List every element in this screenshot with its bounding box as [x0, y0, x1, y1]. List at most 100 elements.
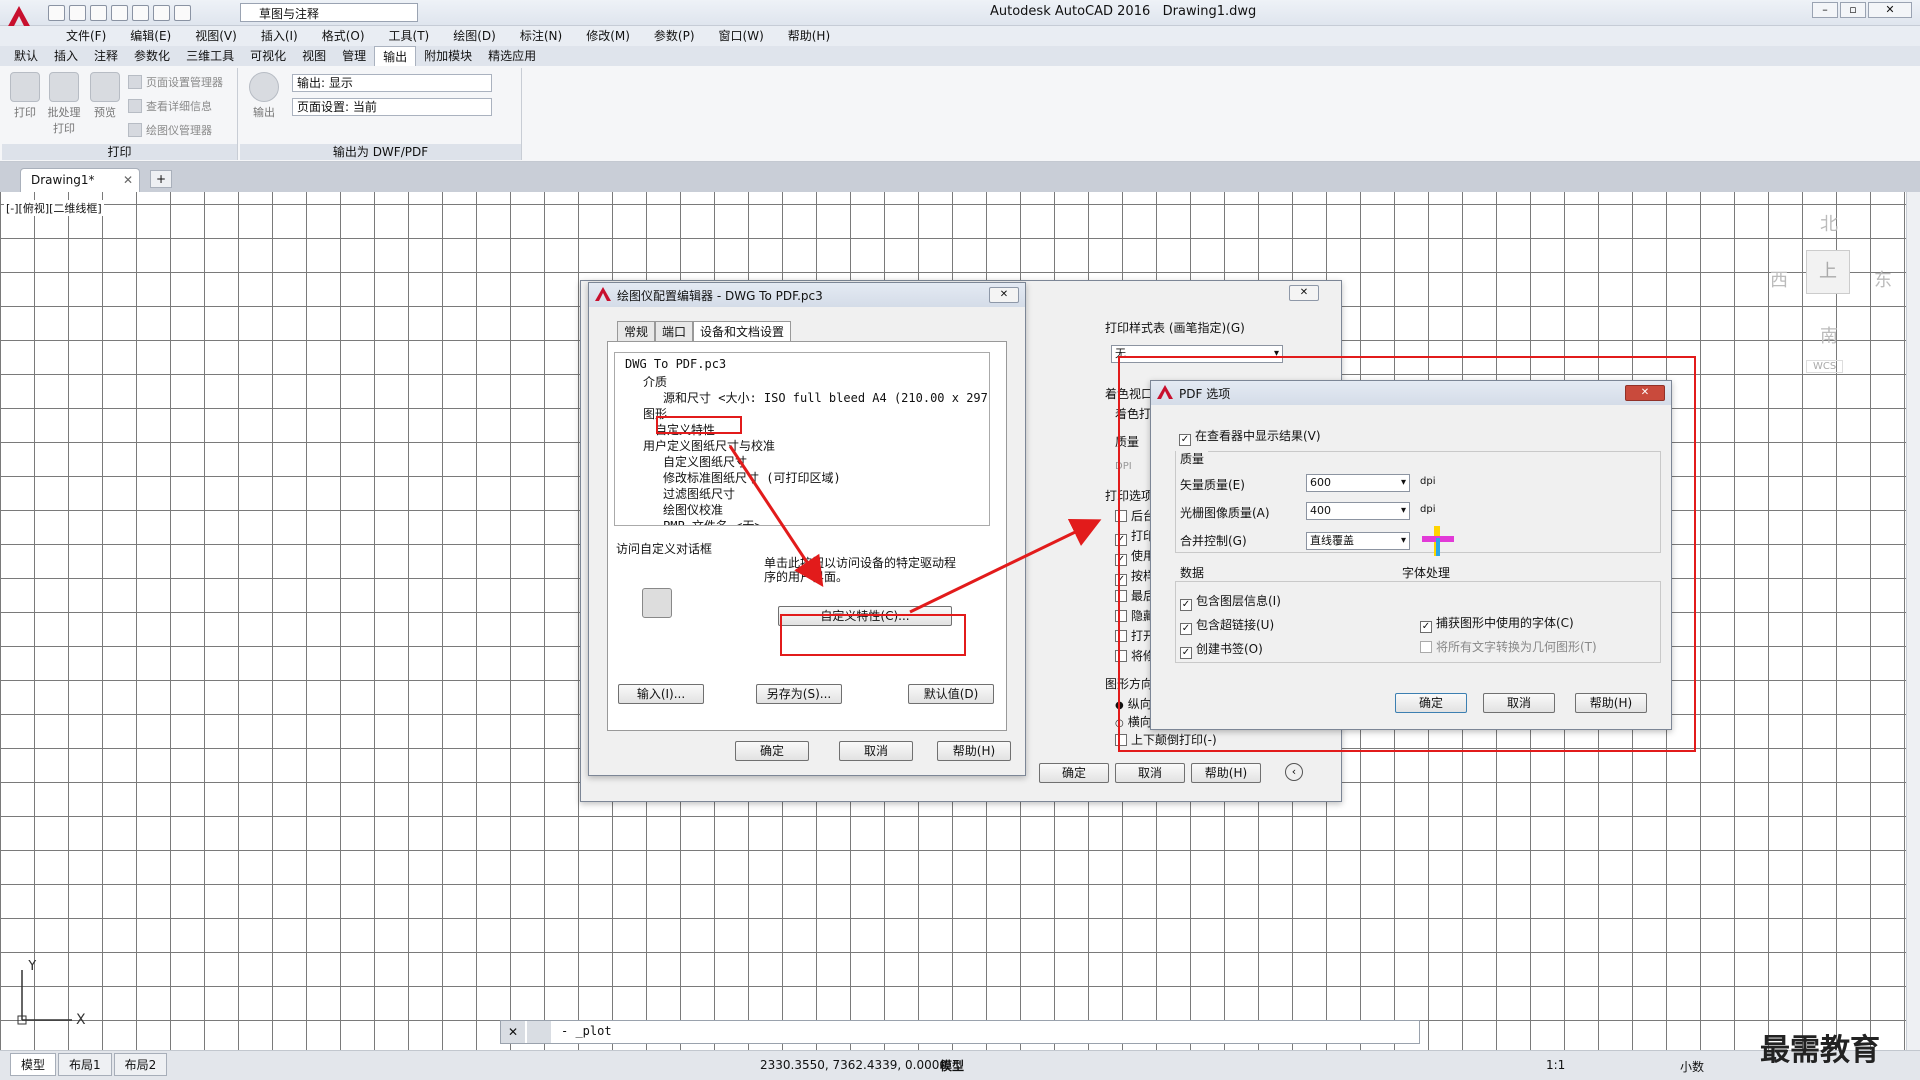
plot-dialog-close[interactable]: ✕ [1289, 285, 1319, 301]
viewcube-north[interactable]: 北 [1820, 210, 1838, 236]
ribbon-tab[interactable]: 三维工具 [178, 46, 242, 66]
output-field[interactable]: 输出: 显示 [292, 74, 492, 92]
ribbon-tab[interactable]: 默认 [6, 46, 46, 66]
menu-item[interactable]: 视图(V) [183, 26, 249, 46]
view-details-button[interactable]: 查看详细信息 [128, 98, 212, 114]
menu-item[interactable]: 格式(O) [310, 26, 377, 46]
default-button[interactable]: 默认值(D) [908, 684, 994, 704]
redo-icon[interactable] [174, 5, 191, 21]
ribbon-tab[interactable]: 管理 [334, 46, 374, 66]
command-prompt: - _plot [561, 1024, 612, 1038]
ribbon-tab[interactable]: 插入 [46, 46, 86, 66]
tree-node[interactable]: PMP 文件名 <无> [663, 517, 762, 525]
ribbon-tab[interactable]: 参数化 [126, 46, 178, 66]
page-setup-icon [128, 75, 142, 89]
close-cmd-icon[interactable]: ✕ [501, 1021, 525, 1043]
saveas-icon[interactable] [111, 5, 128, 21]
new-tab-button[interactable]: + [150, 170, 172, 188]
menu-item[interactable]: 帮助(H) [776, 26, 842, 46]
tree-node[interactable]: 过滤图纸尺寸 [663, 485, 735, 502]
layout-tab[interactable]: 布局1 [58, 1053, 112, 1076]
plot-cancel-button[interactable]: 取消 [1115, 763, 1185, 783]
menu-item[interactable]: 绘图(D) [441, 26, 508, 46]
ribbon-tab[interactable]: 注释 [86, 46, 126, 66]
viewcube[interactable]: 北 西 上 东 南 WCS [1770, 210, 1900, 380]
workspace-dropdown[interactable]: 草图与注释 [240, 3, 418, 22]
menu-item[interactable]: 工具(T) [377, 26, 442, 46]
menu-item[interactable]: 文件(F) [54, 26, 118, 46]
plotter-dialog-title: 绘图仪配置编辑器 - DWG To PDF.pc3 [617, 289, 823, 303]
layout-tab[interactable]: 模型 [10, 1053, 57, 1076]
plotter-ok-button[interactable]: 确定 [735, 741, 809, 761]
menu-item[interactable]: 修改(M) [574, 26, 642, 46]
tree-node[interactable]: 绘图仪校准 [663, 501, 723, 518]
viewport-controls[interactable]: [-][俯视][二维线框] [4, 200, 104, 216]
ribbon-tab[interactable]: 可视化 [242, 46, 294, 66]
annotation-scale[interactable]: 1:1 [1546, 1058, 1565, 1072]
new-icon[interactable] [48, 5, 65, 21]
plotter-tab[interactable]: 端口 [655, 321, 694, 341]
collapse-icon[interactable]: ‹ [1285, 763, 1303, 781]
model-space-button[interactable]: 模型 [940, 1057, 964, 1074]
layout-tab[interactable]: 布局2 [113, 1053, 168, 1076]
app-title: Autodesk AutoCAD 2016 [990, 4, 1151, 19]
page-setup-field[interactable]: 页面设置: 当前 [292, 98, 492, 116]
tree-node[interactable]: 自定义图纸尺寸 [663, 453, 747, 470]
close-tab-icon[interactable]: ✕ [123, 173, 133, 187]
viewcube-east[interactable]: 东 [1874, 266, 1892, 292]
settings-tree[interactable]: DWG To PDF.pc3 介质 源和尺寸 <大小: ISO full bleed… [614, 352, 990, 526]
plotter-manager-button[interactable]: 绘图仪管理器 [128, 122, 212, 138]
page-setup-manager-button[interactable]: 页面设置管理器 [128, 74, 223, 90]
open-icon[interactable] [69, 5, 86, 21]
ribbon-tab[interactable]: 精选应用 [480, 46, 544, 66]
tree-node[interactable]: 用户定义图纸尺寸与校准 [643, 437, 775, 454]
drawing-tab[interactable]: Drawing1* ✕ [20, 168, 140, 192]
plotter-tab[interactable]: 常规 [617, 321, 656, 341]
viewcube-south[interactable]: 南 [1820, 322, 1838, 348]
close-button[interactable]: ✕ [1868, 2, 1912, 18]
viewcube-top[interactable]: 上 [1806, 250, 1850, 294]
tree-node[interactable]: DWG To PDF.pc3 [625, 357, 726, 371]
saveas-button[interactable]: 另存为(S)... [756, 684, 842, 704]
vertical-scrollbar[interactable] [1906, 192, 1920, 1050]
ribbon-tab[interactable]: 输出 [374, 46, 417, 66]
plotter-cancel-button[interactable]: 取消 [839, 741, 913, 761]
plot-help-button[interactable]: 帮助(H) [1191, 763, 1261, 783]
tree-node[interactable]: 源和尺寸 <大小: ISO full bleed A4 (210.00 x 29… [663, 389, 989, 406]
highlight-custom-tree-node [656, 416, 742, 434]
ribbon-tab[interactable]: 视图 [294, 46, 334, 66]
export-button[interactable]: 输出 [246, 72, 282, 120]
undo-icon[interactable] [153, 5, 170, 21]
menu-item[interactable]: 插入(I) [249, 26, 310, 46]
wcs-menu[interactable]: WCS [1806, 360, 1844, 373]
viewcube-west[interactable]: 西 [1770, 266, 1788, 292]
coordinates[interactable]: 2330.3550, 7362.4339, 0.0000 [760, 1058, 947, 1072]
plotter-tab[interactable]: 设备和文档设置 [693, 321, 792, 341]
plot-ok-button[interactable]: 确定 [1039, 763, 1109, 783]
batch-plot-button[interactable]: 批处理 打印 [44, 72, 84, 136]
menu-item[interactable]: 标注(N) [508, 26, 574, 46]
maximize-button[interactable]: ▫ [1840, 2, 1866, 18]
plot-button[interactable]: 打印 [6, 72, 44, 120]
print-icon[interactable] [132, 5, 149, 21]
ribbon-tabs: 默认 插入 注释 参数化 三维工具 可视化 视图 管理 输出 附加模块 精选应用 [0, 46, 1920, 66]
autocad-icon [595, 287, 611, 304]
style-table-label: 打印样式表 (画笔指定)(G) [1105, 321, 1245, 335]
tree-node[interactable]: 介质 [643, 373, 667, 390]
command-line[interactable]: ✕ - _plot [500, 1020, 1420, 1044]
minimize-button[interactable]: – [1812, 2, 1838, 18]
menu-item[interactable]: 窗口(W) [707, 26, 776, 46]
batch-plot-label: 批处理 打印 [47, 106, 81, 135]
plotter-help-button[interactable]: 帮助(H) [937, 741, 1011, 761]
svg-text:Y: Y [27, 960, 37, 974]
preview-button[interactable]: 预览 [86, 72, 124, 120]
menu-item[interactable]: 编辑(E) [118, 26, 183, 46]
menu-item[interactable]: 参数(P) [642, 26, 707, 46]
units-display[interactable]: 小数 [1680, 1058, 1704, 1075]
plotter-dialog-close[interactable]: ✕ [989, 287, 1019, 303]
customize-cmd-icon[interactable] [527, 1021, 551, 1043]
import-button[interactable]: 输入(I)... [618, 684, 704, 704]
save-icon[interactable] [90, 5, 107, 21]
ribbon-tab[interactable]: 附加模块 [416, 46, 480, 66]
tree-node[interactable]: 修改标准图纸尺寸 (可打印区域) [663, 469, 841, 486]
